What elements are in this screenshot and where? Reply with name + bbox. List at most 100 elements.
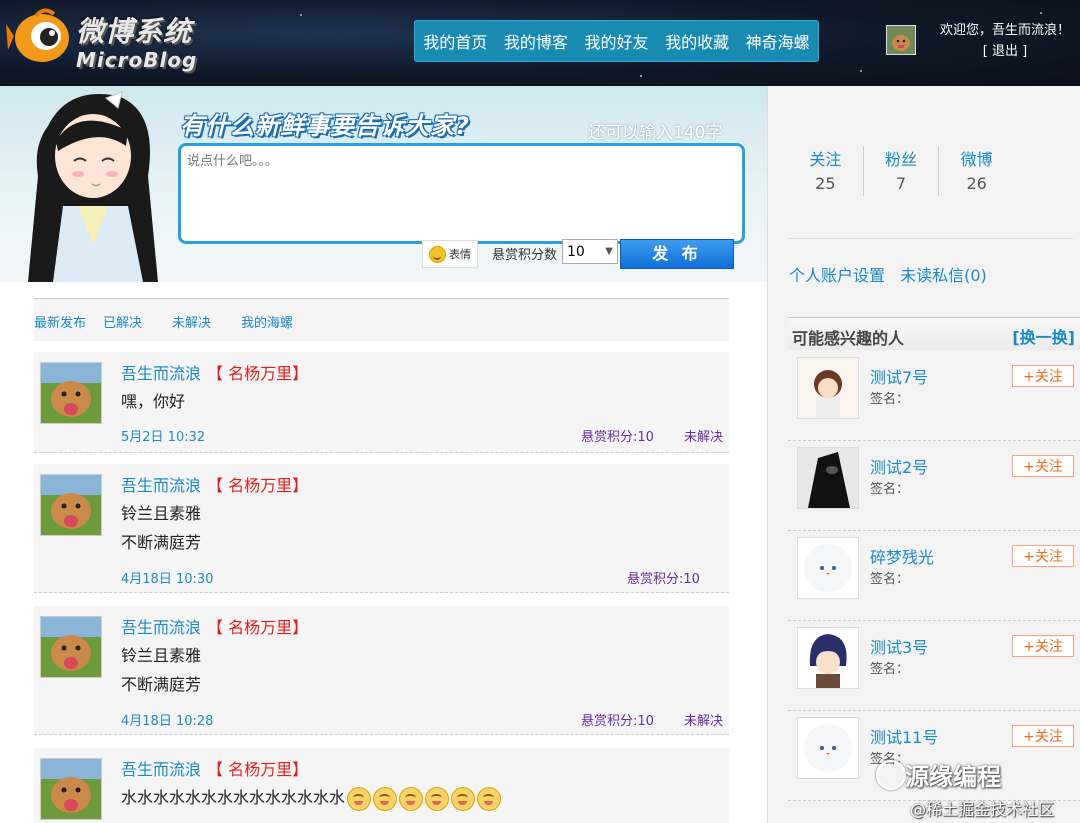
nav-home[interactable]: 我的首页 bbox=[423, 29, 487, 53]
post-author-avatar[interactable] bbox=[40, 362, 102, 424]
suggested-user-signature: 签名： bbox=[870, 482, 910, 497]
suggested-user-avatar[interactable] bbox=[797, 357, 859, 419]
fish-logo-icon bbox=[6, 8, 69, 62]
post-time[interactable]: 5月2日 10:32 bbox=[121, 426, 205, 445]
account-links: 个人账户设置 未读私信(0) bbox=[789, 262, 997, 286]
post-time[interactable]: 4月18日 10:30 bbox=[121, 568, 213, 587]
welcome-text: 欢迎您，吾生而流浪！ bbox=[939, 23, 1070, 38]
chevron-down-icon: ▼ bbox=[605, 246, 613, 257]
logo-title: 微博系统 bbox=[76, 15, 193, 48]
emoji-face-icon bbox=[451, 786, 476, 811]
follow-button[interactable]: +关注 bbox=[1012, 725, 1074, 747]
logo-text: 微博系统 MicroBlog bbox=[76, 10, 197, 72]
stat-followers[interactable]: 粉丝 7 bbox=[864, 146, 940, 196]
smile-icon bbox=[429, 245, 446, 263]
stat-value: 7 bbox=[895, 174, 907, 193]
reward-points-label: 悬赏积分数 bbox=[492, 248, 558, 263]
user-avatar[interactable] bbox=[886, 25, 916, 55]
unread-messages-link[interactable]: 未读私信(0) bbox=[900, 266, 987, 285]
post-author-title: 【 名杨万里】 bbox=[207, 618, 309, 637]
tab-solved[interactable]: 已解决 bbox=[103, 312, 142, 331]
suggested-user: 测试7号 签名： +关注 bbox=[788, 350, 1080, 441]
suggested-user-name[interactable]: 碎梦残光 bbox=[870, 544, 934, 568]
suggested-user-name[interactable]: 测试11号 bbox=[870, 724, 938, 748]
post-content-input[interactable] bbox=[178, 143, 745, 244]
tab-unsolved[interactable]: 未解决 bbox=[172, 312, 211, 331]
suggested-user: 测试2号 签名： +关注 bbox=[788, 440, 1080, 531]
suggested-user-avatar[interactable] bbox=[797, 627, 859, 689]
follow-button[interactable]: +关注 bbox=[1012, 635, 1074, 657]
interest-header: 可能感兴趣的人 [换一换] bbox=[788, 317, 1080, 350]
top-header: 微博系统 MicroBlog 我的首页 我的博客 我的好友 我的收藏 神奇海螺 … bbox=[0, 0, 1080, 86]
nav-favorites[interactable]: 我的收藏 bbox=[665, 29, 729, 53]
post-author-avatar[interactable] bbox=[40, 474, 102, 536]
watermark-title: 源缘编程 bbox=[905, 763, 1001, 791]
post-reward: 悬赏积分:10 bbox=[581, 430, 654, 445]
post-author-title: 【 名杨万里】 bbox=[207, 364, 309, 383]
suggested-user-avatar[interactable] bbox=[797, 717, 859, 779]
reward-points-select[interactable]: 10 ▼ bbox=[562, 239, 618, 264]
post-author-avatar[interactable] bbox=[40, 616, 102, 678]
suggested-user-avatar[interactable] bbox=[797, 537, 859, 599]
post-text-line: 不断满庭芳 bbox=[121, 533, 202, 552]
tab-latest[interactable]: 最新发布 bbox=[34, 312, 86, 331]
interest-title: 可能感兴趣的人 bbox=[792, 329, 905, 348]
stat-label: 微博 bbox=[960, 150, 993, 169]
post-item: 吾生而流浪【 名杨万里】 嘿，你好 5月2日 10:32 悬赏积分:10 未解决 bbox=[34, 352, 729, 453]
reward-points-value: 10 bbox=[567, 243, 585, 260]
anime-girl-illustration bbox=[28, 91, 158, 282]
suggested-user-name[interactable]: 测试3号 bbox=[870, 634, 928, 658]
follow-button[interactable]: +关注 bbox=[1012, 365, 1074, 387]
post-item: 吾生而流浪【 名杨万里】 铃兰且素雅 不断满庭芳 4月18日 10:28 悬赏积… bbox=[34, 606, 729, 735]
logo-subtitle: MicroBlog bbox=[76, 48, 198, 72]
logout-link[interactable]: [ 退出 ] bbox=[930, 41, 1080, 62]
stat-value: 25 bbox=[815, 174, 836, 193]
post-text: 水水水水水水水水水水水水水水 bbox=[121, 788, 346, 807]
post-author-title: 【 名杨万里】 bbox=[207, 476, 309, 495]
star-decoration bbox=[640, 75, 642, 77]
follow-button[interactable]: +关注 bbox=[1012, 455, 1074, 477]
nav-magic-conch[interactable]: 神奇海螺 bbox=[746, 29, 810, 53]
post-author-title: 【 名杨万里】 bbox=[207, 760, 309, 779]
post-author[interactable]: 吾生而流浪【 名杨万里】 bbox=[121, 756, 308, 780]
post-author[interactable]: 吾生而流浪【 名杨万里】 bbox=[121, 614, 308, 638]
stat-following[interactable]: 关注 25 bbox=[788, 146, 864, 196]
emoji-face-icon bbox=[425, 786, 450, 811]
right-sidebar: 关注 25 粉丝 7 微博 26 个人账户设置 未读私信(0) 可能感兴趣的人 … bbox=[767, 86, 1080, 823]
account-settings-link[interactable]: 个人账户设置 bbox=[789, 266, 885, 285]
star-decoration bbox=[300, 14, 302, 16]
tab-my-conch[interactable]: 我的海螺 bbox=[241, 312, 293, 331]
post-author[interactable]: 吾生而流浪【 名杨万里】 bbox=[121, 360, 308, 384]
post-text-line: 铃兰且素雅 bbox=[121, 504, 202, 523]
post-text-line: 嘿，你好 bbox=[121, 392, 186, 411]
stat-label: 关注 bbox=[809, 150, 842, 169]
char-remaining-text: 还可以输入140字 bbox=[588, 123, 723, 143]
emoji-face-icon bbox=[399, 786, 424, 811]
emoji-button-label: 表情 bbox=[449, 248, 471, 261]
publish-button[interactable]: 发 布 bbox=[620, 239, 734, 269]
post-author-avatar[interactable] bbox=[40, 758, 102, 820]
post-reward: 悬赏积分:10 bbox=[627, 572, 700, 587]
nav-friends[interactable]: 我的好友 bbox=[584, 29, 648, 53]
composer-title: 有什么新鲜事要告诉大家? bbox=[180, 112, 470, 140]
suggested-user-avatar[interactable] bbox=[797, 447, 859, 509]
suggested-user-name[interactable]: 测试2号 bbox=[870, 454, 928, 478]
suggested-user: 碎梦残光 签名： +关注 bbox=[788, 530, 1080, 621]
suggested-user-signature: 签名： bbox=[870, 662, 910, 677]
refresh-suggestions-button[interactable]: [换一换] bbox=[1012, 324, 1075, 348]
stat-label: 粉丝 bbox=[885, 150, 918, 169]
post-author[interactable]: 吾生而流浪【 名杨万里】 bbox=[121, 472, 308, 496]
post-time[interactable]: 4月18日 10:28 bbox=[121, 710, 213, 729]
emoji-button[interactable]: 表情 bbox=[422, 240, 478, 268]
emoji-face-icon bbox=[477, 786, 502, 811]
post-author-name: 吾生而流浪 bbox=[121, 760, 202, 779]
follow-button[interactable]: +关注 bbox=[1012, 545, 1074, 567]
suggested-user-name[interactable]: 测试7号 bbox=[870, 364, 928, 388]
wechat-watermark-icon bbox=[876, 760, 906, 790]
nav-blog[interactable]: 我的博客 bbox=[504, 29, 568, 53]
star-decoration bbox=[1040, 12, 1042, 14]
post-text-line: 不断满庭芳 bbox=[121, 675, 202, 694]
star-decoration bbox=[860, 70, 862, 72]
stat-posts[interactable]: 微博 26 bbox=[939, 146, 1014, 196]
emoji-face-icon bbox=[347, 786, 372, 811]
